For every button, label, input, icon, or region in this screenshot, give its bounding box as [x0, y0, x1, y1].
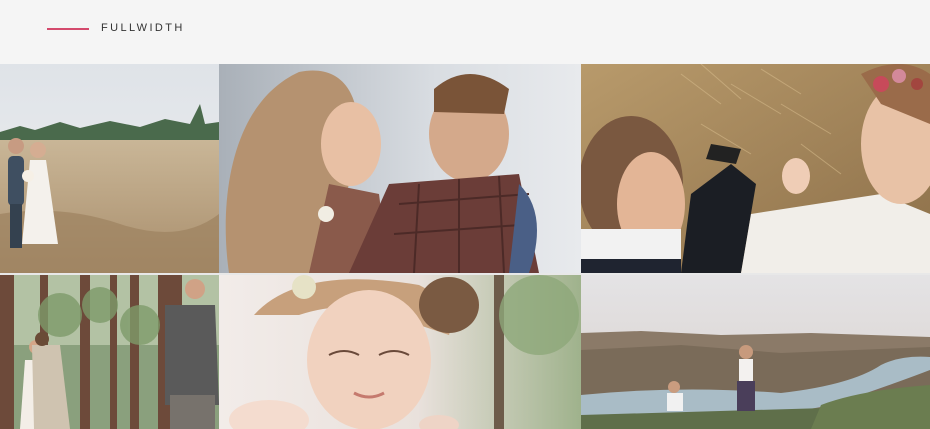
proposal-canyon-photo [581, 275, 930, 429]
photo-gallery-grid [0, 64, 930, 429]
bride-portrait-photo [219, 275, 581, 429]
header-accent-line [47, 28, 89, 30]
gallery-item[interactable] [219, 64, 581, 273]
couple-holding-hands-photo [581, 64, 930, 273]
couple-in-field-photo [0, 64, 219, 273]
gallery-item[interactable] [0, 64, 219, 273]
page-header: FULLWIDTH [0, 0, 930, 64]
couple-embrace-photo [219, 64, 581, 273]
gallery-item[interactable] [219, 275, 581, 429]
gallery-item[interactable] [581, 64, 930, 273]
gallery-item[interactable] [581, 275, 930, 429]
gallery-item[interactable] [0, 275, 219, 429]
section-title: FULLWIDTH [101, 22, 185, 34]
couple-in-forest-photo [0, 275, 219, 429]
